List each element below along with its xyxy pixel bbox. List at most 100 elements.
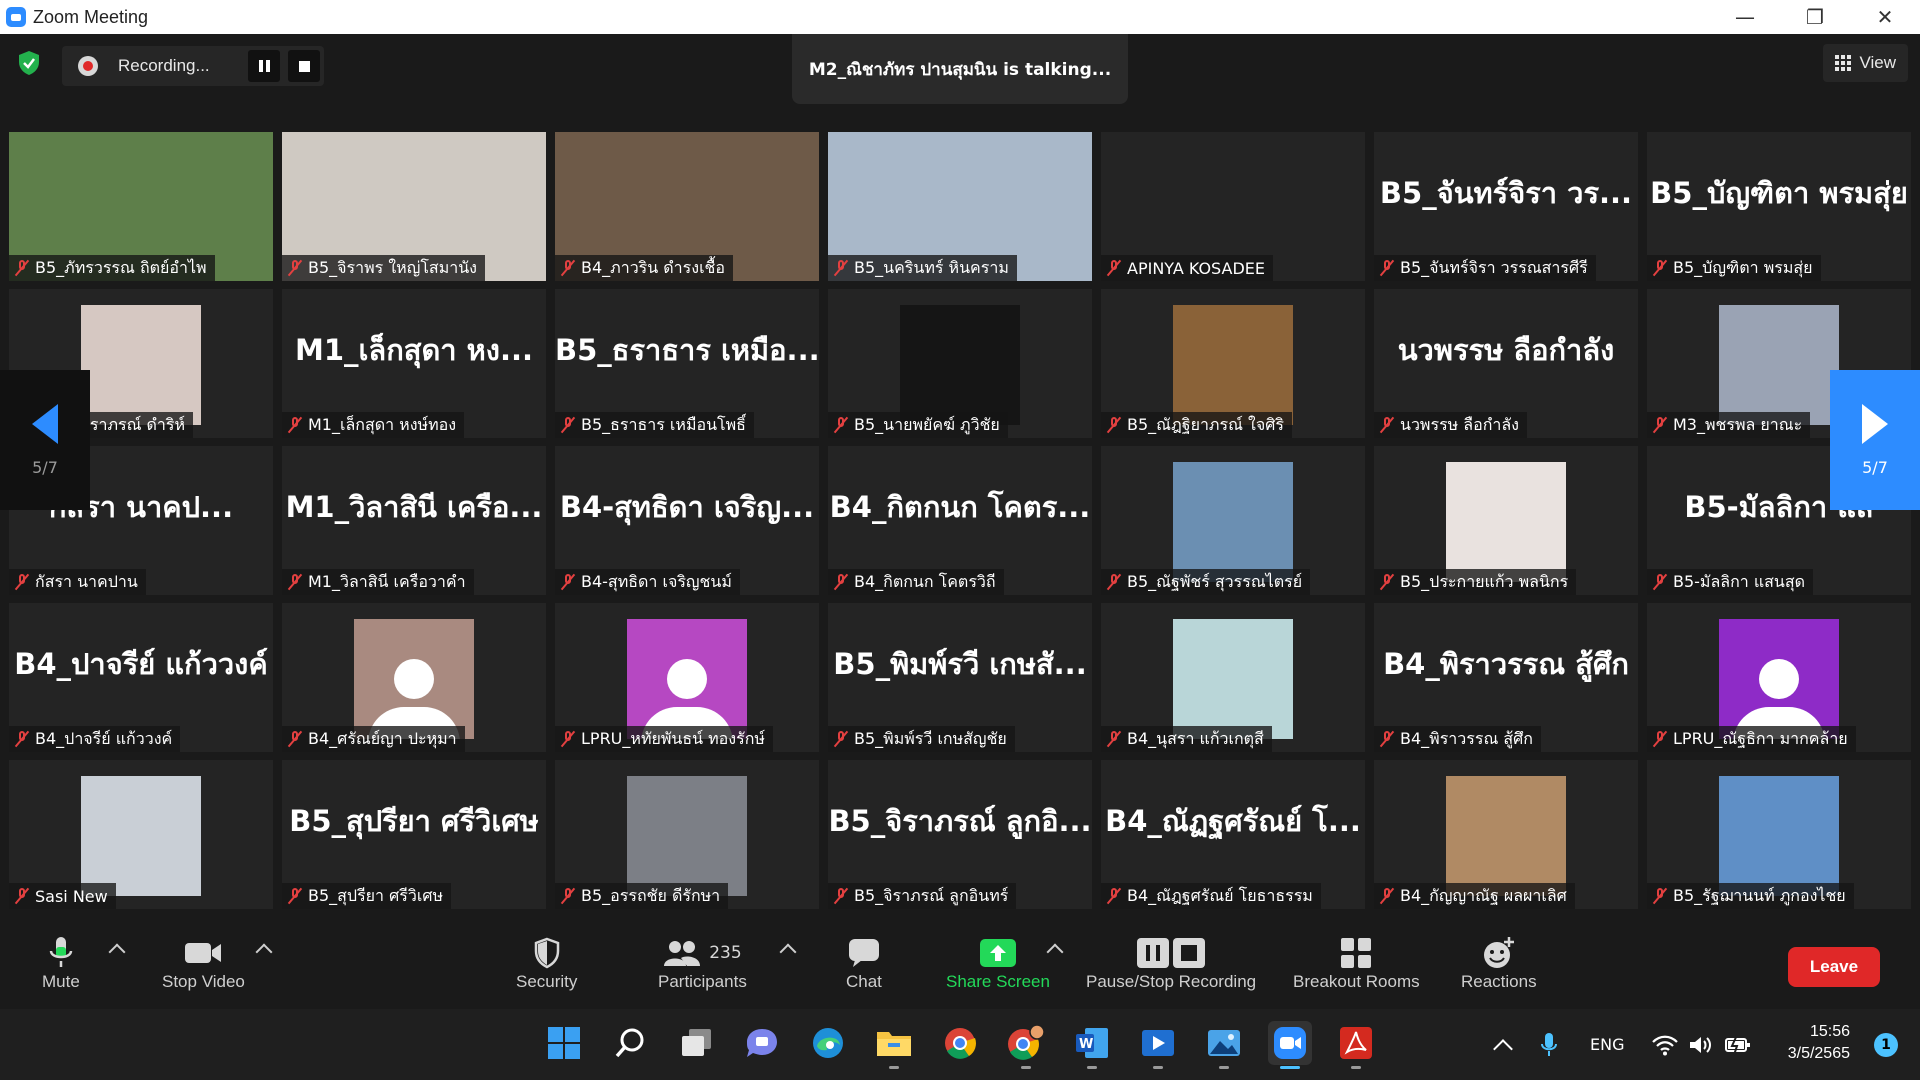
pause-stop-recording-label: Pause/Stop Recording (1086, 972, 1257, 991)
chat-button[interactable]: Chat (846, 934, 882, 1004)
word-icon[interactable]: W (1070, 1021, 1114, 1069)
muted-microphone-icon (1652, 416, 1668, 434)
windows-start-icon[interactable] (542, 1021, 586, 1065)
default-avatar-icon (354, 619, 474, 739)
participant-name: APINYA KOSADEE (1127, 258, 1265, 278)
microphone-tray-icon[interactable] (1540, 1009, 1558, 1080)
mute-button[interactable]: Mute (42, 934, 80, 1004)
recording-dot-icon (78, 56, 98, 76)
participant-tile[interactable]: B4_ภาวริน ดำรงเชื้อ (555, 132, 819, 281)
participant-name: M3_พชรพล ยาณะ (1673, 414, 1803, 434)
participant-tile[interactable]: B5_พิมพ์รวี เกษสั... B5_พิมพ์รวี เกษสัญชั… (828, 603, 1092, 752)
acrobat-icon[interactable] (1334, 1021, 1378, 1069)
leave-button[interactable]: Leave (1788, 947, 1880, 987)
participant-name: Sasi New (35, 886, 108, 906)
participant-name-bar: M1_วิลาสินี เครือวาคำ (282, 569, 474, 595)
participant-display-name: B5_ธราธาร เหมือ... (555, 333, 819, 367)
muted-microphone-icon (14, 573, 30, 591)
participant-tile[interactable]: B5_จันทร์จิรา วร... B5_จันทร์จิรา วรรณสาร… (1374, 132, 1638, 281)
input-language-indicator[interactable]: ENG (1590, 1009, 1624, 1080)
participant-tile[interactable]: B5_จิราพร ใหญ่โสมานัง (282, 132, 546, 281)
participant-name: LPRU_หทัยพันธน์ ทองรักษ์ (581, 728, 765, 748)
participant-tile[interactable]: B4_นุสรา แก้วเกตุสี (1101, 603, 1365, 752)
participant-tile[interactable]: B5_บัญฑิตา พรมสุ่ย B5_บัญฑิตา พรมสุ่ย (1647, 132, 1911, 281)
encryption-shield-icon[interactable] (14, 48, 44, 78)
reactions-button[interactable]: Reactions (1461, 934, 1537, 1004)
participant-tile[interactable]: B5_ประกายแก้ว พลนิกร (1374, 446, 1638, 595)
participant-tile[interactable]: B5_รัฐฌานนท์ ภูกองไชย (1647, 760, 1911, 909)
clock-date: 3/5/2565 (1787, 1045, 1850, 1062)
notification-badge[interactable]: 1 (1874, 1033, 1898, 1057)
participant-tile[interactable]: B5_สุปรียา ศรีวิเศษ B5_สุปรียา ศรีวิเศษ (282, 760, 546, 909)
participant-name: B4-สุทธิดา เจริญชนม์ (581, 571, 732, 591)
breakout-rooms-button[interactable]: Breakout Rooms (1293, 934, 1420, 1004)
task-view-icon[interactable] (674, 1021, 718, 1065)
stop-video-button[interactable]: Stop Video (162, 934, 245, 1004)
security-label: Security (516, 972, 578, 991)
participant-name-bar: B5_นครินทร์ หินคราม (828, 255, 1017, 281)
participants-button[interactable]: 235 Participants (658, 934, 747, 1004)
zoom-app-icon (6, 7, 26, 27)
search-icon[interactable] (608, 1021, 652, 1065)
previous-page-button[interactable]: 5/7 (0, 370, 90, 510)
participant-tile[interactable]: B4_กิตกนก โคตร... B4_กิตกนก โคตรวิถี (828, 446, 1092, 595)
media-player-icon[interactable] (1136, 1021, 1180, 1069)
view-button[interactable]: View (1823, 44, 1908, 82)
participant-tile[interactable]: M1_เล็กสุดา หง... M1_เล็กสุดา หงษ์ทอง (282, 289, 546, 438)
participant-tile[interactable]: B4-สุทธิดา เจริญ... B4-สุทธิดา เจริญชนม์ (555, 446, 819, 595)
edge-icon[interactable] (806, 1021, 850, 1065)
security-button[interactable]: Security (516, 934, 577, 1004)
participant-tile[interactable]: Sasi New (9, 760, 273, 909)
audio-options-caret-icon[interactable] (108, 943, 126, 961)
teams-chat-icon[interactable] (740, 1021, 784, 1065)
participant-name-bar: M3_พชรพล ยาณะ (1647, 412, 1811, 438)
reactions-smiley-icon (1482, 934, 1516, 972)
participant-tile[interactable]: LPRU_หทัยพันธน์ ทองรักษ์ (555, 603, 819, 752)
zoom-icon[interactable] (1268, 1021, 1312, 1069)
battery-charging-icon[interactable] (1724, 1009, 1752, 1080)
participant-tile[interactable]: B5_ธราธาร เหมือ... B5_ธราธาร เหมือนโพธิ์ (555, 289, 819, 438)
photos-icon[interactable] (1202, 1021, 1246, 1069)
participant-name: B5_นายพยัคฆ์ ภูวิชัย (854, 414, 1000, 434)
participant-tile[interactable]: B4_ปาจรีย์ แก้ววงค์ B4_ปาจรีย์ แก้ววงค์ (9, 603, 273, 752)
restore-button[interactable]: ❐ (1780, 0, 1850, 34)
volume-icon[interactable] (1688, 1009, 1712, 1080)
muted-microphone-icon (1652, 573, 1668, 591)
participant-tile[interactable]: APINYA KOSADEE (1101, 132, 1365, 281)
participant-tile[interactable]: LPRU_ณัฐธิกา มากคล้าย (1647, 603, 1911, 752)
minimize-button[interactable]: — (1710, 0, 1780, 34)
stop-recording-button[interactable] (288, 50, 320, 82)
participant-tile[interactable]: B4_กัญญาณัฐ ผลผาเลิศ (1374, 760, 1638, 909)
participant-tile[interactable]: B4_ศรัณย์ญา ปะหุมา (282, 603, 546, 752)
close-button[interactable]: ✕ (1850, 0, 1920, 34)
show-hidden-icons-button[interactable] (1493, 1009, 1513, 1080)
next-page-button[interactable]: 5/7 (1830, 370, 1920, 510)
participant-tile[interactable]: B5_ณัฎฐิยาภรณ์ ใจศิริ (1101, 289, 1365, 438)
chrome-icon[interactable] (938, 1021, 982, 1065)
participant-tile[interactable]: B5_จิราภรณ์ ลูกอิ... B5_จิราภรณ์ ลูกอินทร… (828, 760, 1092, 909)
participant-tile[interactable]: B5_ภัทรวรรณ ถิตย์อำไพ (9, 132, 273, 281)
participant-tile[interactable]: B5_นายพยัคฆ์ ภูวิชัย (828, 289, 1092, 438)
participant-name: นวพรรษ ลือกำลัง (1400, 414, 1519, 434)
chevron-left-icon (32, 403, 58, 444)
participant-tile[interactable]: B5_นครินทร์ หินคราม (828, 132, 1092, 281)
pause-stop-recording-button[interactable]: Pause/Stop Recording (1086, 934, 1256, 1004)
participant-name: B5_สุปรียา ศรีวิเศษ (308, 885, 444, 905)
taskbar-clock[interactable]: 15:56 3/5/2565 (1788, 1021, 1850, 1065)
wifi-icon[interactable] (1652, 1009, 1678, 1080)
participant-tile[interactable]: M1_วิลาสินี เครือ... M1_วิลาสินี เครือวาค… (282, 446, 546, 595)
profile-picture (1173, 619, 1293, 739)
chrome-profile-icon[interactable] (1004, 1021, 1048, 1069)
muted-microphone-icon (14, 887, 30, 905)
participant-tile[interactable]: นวพรรษ ลือกำลัง นวพรรษ ลือกำลัง (1374, 289, 1638, 438)
video-options-caret-icon[interactable] (255, 943, 273, 961)
participant-tile[interactable]: B4_พิราวรรณ สู้ศึก B4_พิราวรรณ สู้ศึก (1374, 603, 1638, 752)
participant-name-bar: กัสรา นาคปาน (9, 569, 146, 595)
file-explorer-icon[interactable] (872, 1021, 916, 1069)
participant-tile[interactable]: B5_ณัฐพัชร์ สุวรรณไตรย์ (1101, 446, 1365, 595)
participant-tile[interactable]: B5_อรรถชัย ดีรักษา (555, 760, 819, 909)
share-screen-button[interactable]: Share Screen (946, 934, 1050, 1004)
pause-recording-button[interactable] (248, 50, 280, 82)
participants-options-caret-icon[interactable] (779, 943, 797, 961)
participant-tile[interactable]: B4_ณัฏฐศรัณย์ โ... B4_ณัฎฐศรัณย์ โยธาธรรม (1101, 760, 1365, 909)
